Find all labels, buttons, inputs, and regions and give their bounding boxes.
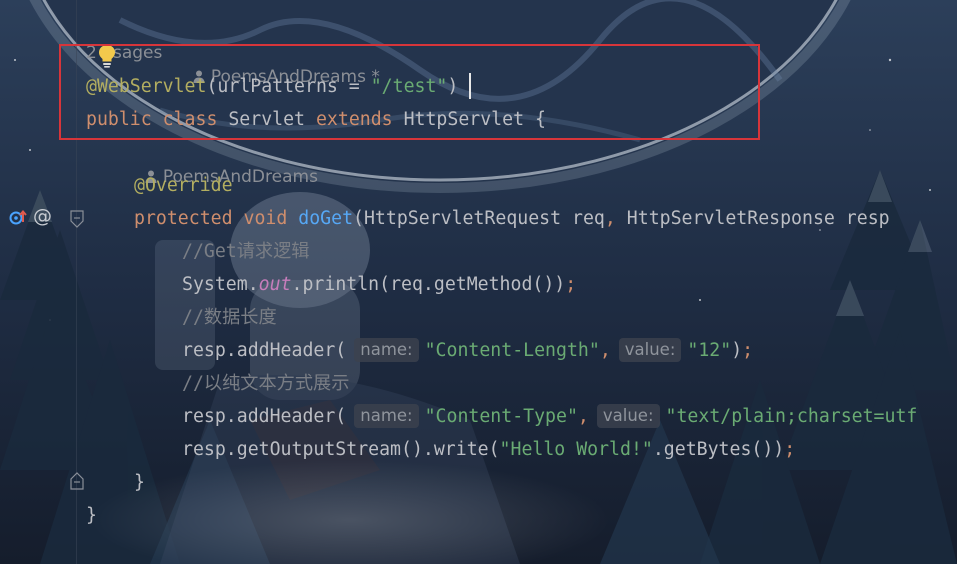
comma-token: , (604, 208, 616, 229)
param-name-hint: name: (354, 404, 419, 428)
string-token: "12" (687, 340, 732, 361)
semicolon-token: ; (742, 340, 754, 361)
method-name: doGet (298, 208, 354, 229)
param-value-hint: value: (596, 404, 660, 428)
code-line-comment[interactable]: //以纯文本方式展示 (182, 367, 349, 400)
keyword-void: void (243, 208, 288, 229)
write-call: resp.getOutputStream().write( (182, 439, 500, 460)
get-bytes-call: .getBytes()) (652, 439, 785, 460)
code-line-println[interactable]: System.out.println(req.getMethod()); (182, 268, 576, 301)
code-line-comment[interactable]: //数据长度 (182, 301, 277, 334)
override-annotation: @Override (134, 175, 233, 196)
comment-text: //以纯文本方式展示 (182, 373, 350, 394)
param-list: (HttpServletRequest req (353, 208, 605, 229)
param-name-hint: name: (354, 338, 419, 362)
fold-icon[interactable] (70, 472, 84, 494)
println-call: .println(req.getMethod()) (291, 274, 566, 295)
code-line-write[interactable]: resp.getOutputStream().write("Hello Worl… (182, 433, 795, 466)
code-line-add-header-length[interactable]: resp.addHeader( name: "Content-Length", val… (182, 334, 753, 367)
code-line-method-close[interactable]: } (134, 466, 145, 499)
semicolon-token: ; (565, 274, 577, 295)
implementing-method-icon[interactable] (8, 208, 28, 228)
code-line-add-header-type[interactable]: resp.addHeader( name: "Content-Type", value… (182, 400, 917, 433)
field-out: out (258, 274, 292, 295)
brace-token: } (86, 505, 97, 526)
method-author-hint[interactable]: PoemsAndDreams (134, 141, 318, 187)
add-header-call: resp.addHeader( (182, 406, 347, 427)
string-token: "text/plain;charset=utf (665, 406, 918, 427)
code-line-comment[interactable]: //Get请求逻辑 (182, 235, 310, 268)
comment-text: //数据长度 (182, 307, 277, 328)
paren-token: ) (731, 340, 743, 361)
semicolon-token: ; (784, 439, 796, 460)
comment-text: //Get请求逻辑 (182, 241, 310, 262)
comma-token: , (577, 406, 589, 427)
brace-token: } (134, 472, 145, 493)
string-token: "Hello World!" (499, 439, 653, 460)
string-token: "Content-Length" (424, 340, 600, 361)
annotation-at-icon[interactable]: @ (33, 205, 52, 227)
comma-token: , (599, 340, 611, 361)
code-line-override[interactable]: @Override (134, 169, 233, 202)
fold-icon[interactable] (70, 210, 84, 232)
highlight-box (59, 44, 760, 140)
code-line-method-signature[interactable]: protected void doGet(HttpServletRequest … (134, 202, 890, 235)
system-token: System. (182, 274, 259, 295)
keyword-protected: protected (134, 208, 233, 229)
param-list-2: HttpServletResponse resp (615, 208, 890, 229)
string-token: "Content-Type" (424, 406, 578, 427)
add-header-call: resp.addHeader( (182, 340, 347, 361)
param-value-hint: value: (618, 338, 682, 362)
code-line-class-close[interactable]: } (86, 499, 97, 532)
